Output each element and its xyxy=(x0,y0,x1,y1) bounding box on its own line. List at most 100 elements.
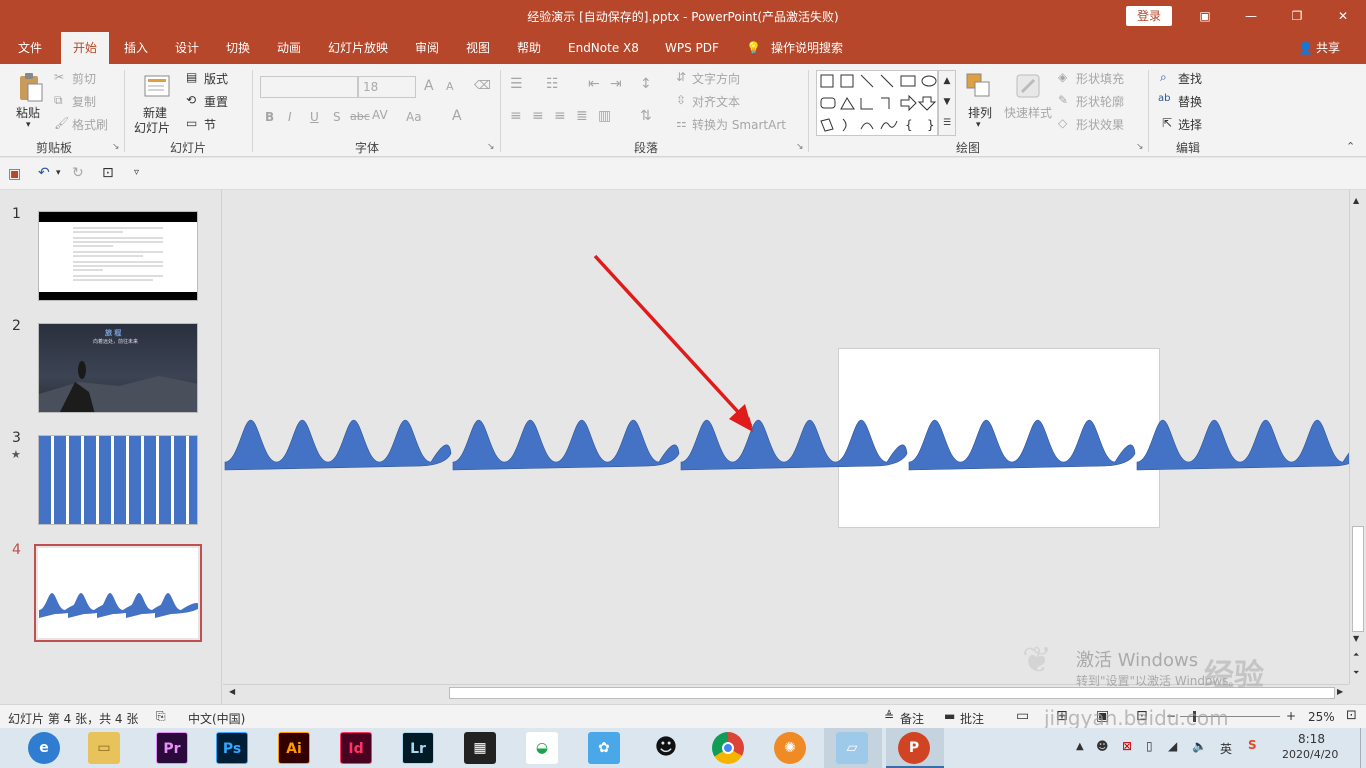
new-slide-icon[interactable] xyxy=(142,70,172,100)
section-icon[interactable]: ▭ xyxy=(186,116,197,130)
comments-icon[interactable]: ▬ xyxy=(944,709,955,723)
align-text-icon[interactable]: ⇳ xyxy=(676,93,686,107)
redo-icon[interactable]: ↻ xyxy=(72,165,84,181)
format-painter-button[interactable]: 格式刷 xyxy=(72,116,108,133)
share-button[interactable]: 共享 xyxy=(1316,32,1340,64)
layout-button[interactable]: 版式 xyxy=(204,70,228,87)
select-icon[interactable]: ⇱ xyxy=(1162,116,1172,130)
qq-tray-icon[interactable]: ☻ xyxy=(1096,739,1109,753)
slide-thumbnail-2[interactable]: 旅 程 向着远处，前往未来 xyxy=(38,323,198,413)
clock-date[interactable]: 2020/4/20 xyxy=(1282,748,1338,761)
quick-styles-button[interactable]: 快速样式 xyxy=(1004,104,1052,121)
normal-view-icon[interactable]: ▭ xyxy=(1016,708,1029,724)
tell-me-search[interactable]: 操作说明搜索 xyxy=(771,32,843,64)
arrange-button[interactable]: 排列 xyxy=(968,104,992,121)
dialog-launcher-icon[interactable]: ↘ xyxy=(1136,142,1144,152)
vertical-scrollbar[interactable]: ▲ ▼ ⏶ ⏷ xyxy=(1349,190,1366,684)
select-button[interactable]: 选择 xyxy=(1178,116,1202,133)
clear-format-icon[interactable]: ⌫ xyxy=(474,78,491,92)
paste-dropdown-icon[interactable]: ▾ xyxy=(26,120,31,130)
slide-thumbnail-4[interactable] xyxy=(38,548,198,638)
lightroom-icon[interactable]: Lr xyxy=(402,732,434,764)
next-slide-icon[interactable]: ⏷ xyxy=(1353,668,1359,678)
find-button[interactable]: 查找 xyxy=(1178,70,1202,87)
shape-outline-icon[interactable]: ✎ xyxy=(1058,93,1068,107)
minimize-icon[interactable]: — xyxy=(1228,0,1274,32)
tab-view[interactable]: 视图 xyxy=(466,32,490,64)
tray-expand-icon[interactable]: ▲ xyxy=(1076,741,1084,752)
wifi-icon[interactable]: ◢ xyxy=(1168,739,1177,753)
format-painter-icon[interactable]: 🖌 xyxy=(54,116,69,130)
sogou-icon[interactable]: S xyxy=(1248,738,1257,752)
network-error-icon[interactable]: ⊠ xyxy=(1122,739,1132,753)
undo-icon[interactable]: ↶ xyxy=(38,165,50,181)
start-slideshow-icon[interactable]: ⊡ xyxy=(102,165,114,181)
columns-icon[interactable]: ▥ xyxy=(598,108,611,124)
font-color-button[interactable]: A xyxy=(452,108,462,124)
font-name-combo[interactable] xyxy=(260,76,358,98)
tab-file[interactable]: 文件 xyxy=(18,32,42,64)
text-direction-icon[interactable]: ⇵ xyxy=(676,70,686,84)
tab-design[interactable]: 设计 xyxy=(175,32,199,64)
tab-endnote[interactable]: EndNote X8 xyxy=(568,32,639,64)
tab-wps-pdf[interactable]: WPS PDF xyxy=(665,32,719,64)
premiere-icon[interactable]: Pr xyxy=(156,732,188,764)
quick-styles-icon[interactable] xyxy=(1014,72,1042,100)
decrease-indent-icon[interactable]: ⇤ xyxy=(588,76,600,92)
feishu-icon[interactable]: ✿ xyxy=(588,732,620,764)
scroll-left-icon[interactable]: ◀ xyxy=(229,687,235,696)
previous-slide-icon[interactable]: ⏶ xyxy=(1353,650,1359,660)
photoshop-icon[interactable]: Ps xyxy=(216,732,248,764)
shape-effects-icon[interactable]: ◇ xyxy=(1058,116,1067,130)
scroll-down-icon[interactable]: ▼ xyxy=(1353,634,1359,643)
dialog-launcher-icon[interactable]: ↘ xyxy=(487,142,495,152)
change-case-button[interactable]: Aa xyxy=(406,110,422,124)
restore-icon[interactable]: ❐ xyxy=(1274,0,1320,32)
arrange-dropdown-icon[interactable]: ▾ xyxy=(976,120,981,130)
convert-smartart-button[interactable]: 转换为 SmartArt xyxy=(692,116,786,133)
replace-button[interactable]: 替换 xyxy=(1178,93,1202,110)
paste-icon[interactable] xyxy=(16,72,44,102)
cut-icon[interactable]: ✂ xyxy=(54,70,64,84)
edge-icon[interactable]: e xyxy=(28,732,60,764)
smartart-icon[interactable]: ⚏ xyxy=(676,116,687,130)
undo-dropdown-icon[interactable]: ▾ xyxy=(56,168,61,178)
paint-app-icon[interactable]: ◒ xyxy=(526,732,558,764)
new-slide-button[interactable]: 幻灯片 xyxy=(134,119,170,136)
arrange-icon[interactable] xyxy=(965,72,993,100)
justify-icon[interactable]: ≣ xyxy=(576,108,588,124)
align-center-icon[interactable]: ≡ xyxy=(532,108,544,124)
video-editor-icon[interactable]: ▦ xyxy=(464,732,496,764)
battery-icon[interactable]: ▯ xyxy=(1146,739,1153,753)
notepad-app-icon[interactable]: ▱ xyxy=(836,732,868,764)
underline-button[interactable]: U xyxy=(310,110,319,124)
shrink-font-icon[interactable]: A xyxy=(446,80,454,93)
font-size-combo[interactable]: 18 xyxy=(358,76,416,98)
qq-icon[interactable]: ☻ xyxy=(650,732,682,764)
grow-font-icon[interactable]: A xyxy=(424,78,434,94)
powerpoint-icon[interactable]: P xyxy=(898,732,930,764)
tab-insert[interactable]: 插入 xyxy=(124,32,148,64)
copy-button[interactable]: 复制 xyxy=(72,93,96,110)
shadow-button[interactable]: S xyxy=(333,110,341,124)
zoom-in-icon[interactable]: + xyxy=(1286,709,1296,723)
scroll-right-icon[interactable]: ▶ xyxy=(1337,687,1343,696)
find-icon[interactable]: ⌕ xyxy=(1160,70,1167,85)
language-indicator[interactable]: 中文(中国) xyxy=(188,710,245,727)
close-icon[interactable]: ✕ xyxy=(1320,0,1366,32)
text-direction-button[interactable]: 文字方向 xyxy=(692,70,740,87)
slide-thumbnail-1[interactable] xyxy=(38,211,198,301)
dialog-launcher-icon[interactable]: ↘ xyxy=(112,142,120,152)
tab-slideshow[interactable]: 幻灯片放映 xyxy=(328,32,388,64)
char-spacing-button[interactable]: AV xyxy=(372,108,388,122)
shape-fill-button[interactable]: 形状填充 xyxy=(1076,70,1124,87)
italic-button[interactable]: I xyxy=(288,110,292,124)
layout-icon[interactable]: ▤ xyxy=(186,70,197,84)
shape-effects-button[interactable]: 形状效果 xyxy=(1076,116,1124,133)
paste-button[interactable]: 粘贴 xyxy=(16,104,40,121)
shape-fill-icon[interactable]: ◈ xyxy=(1058,70,1067,84)
strikethrough-button[interactable]: abc xyxy=(350,110,370,123)
align-text-button[interactable]: 对齐文本 xyxy=(692,93,740,110)
spell-check-icon[interactable]: ⎘ xyxy=(156,709,166,724)
zoom-level[interactable]: 25% xyxy=(1308,710,1335,724)
